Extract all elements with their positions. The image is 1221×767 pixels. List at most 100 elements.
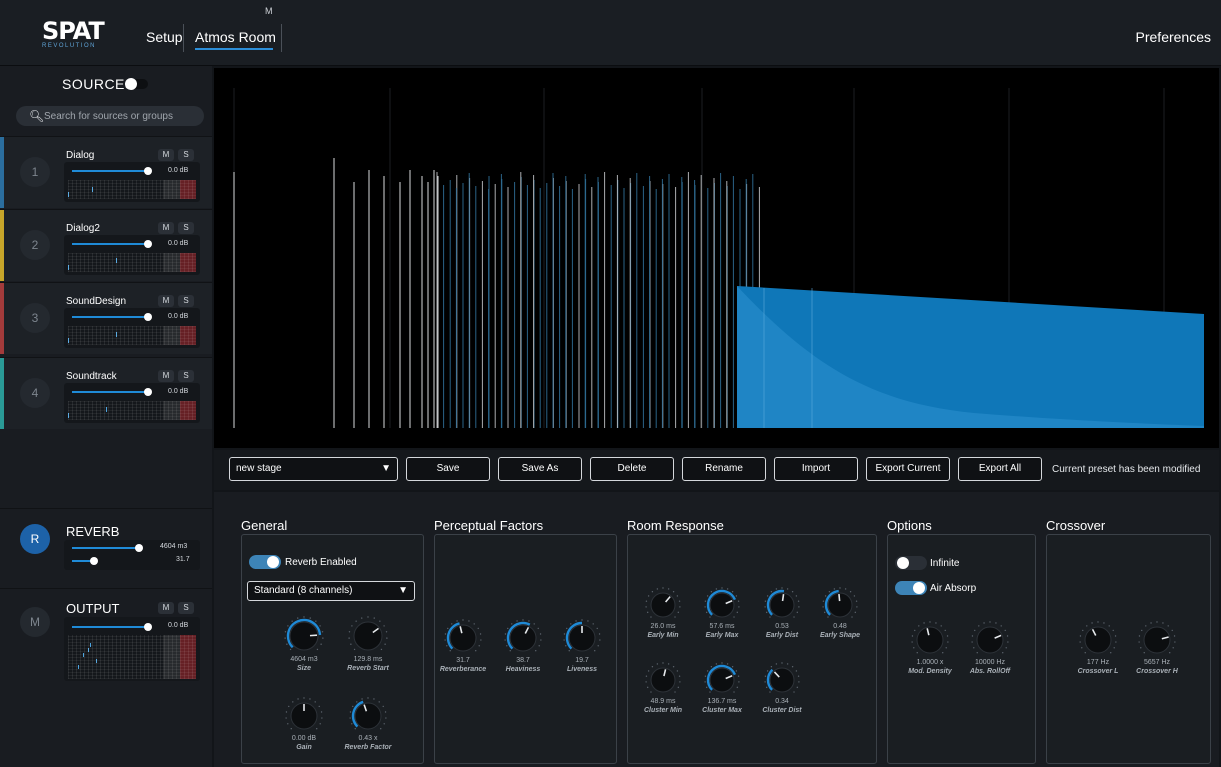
source-mute-button[interactable]: M xyxy=(158,149,174,161)
cluster-dist-label: Cluster Dist xyxy=(762,707,802,714)
reverb-enabled-toggle[interactable] xyxy=(249,555,281,569)
source-mute-button[interactable]: M xyxy=(158,370,174,382)
source-row[interactable]: 2 Dialog2 M S 0.0 dB xyxy=(0,209,212,281)
save-button[interactable]: Save xyxy=(406,457,490,481)
gain-value: 0.00 dB xyxy=(291,735,317,742)
source-row[interactable]: 1 Dialog M S 0.0 dB xyxy=(0,136,212,208)
export-current-button[interactable]: Export Current xyxy=(866,457,950,481)
output-title: OUTPUT xyxy=(66,601,120,616)
reverb-enabled-label: Reverb Enabled xyxy=(285,557,357,568)
heaviness-knob[interactable] xyxy=(500,615,546,661)
source-level-slider-handle[interactable] xyxy=(144,313,152,321)
source-solo-button[interactable]: S xyxy=(178,149,194,161)
early-max-knob[interactable] xyxy=(700,583,744,627)
search-icon: 🔍︎ xyxy=(29,109,45,123)
source-level-slider-handle[interactable] xyxy=(144,388,152,396)
reverb-reverberance-slider-handle[interactable] xyxy=(90,557,98,565)
reverb-title: REVERB xyxy=(66,524,120,539)
abs-rolloff-value: 10000 Hz xyxy=(975,659,1005,666)
liveness-knob[interactable] xyxy=(559,615,605,661)
source-controls: 0.0 dB xyxy=(64,308,200,348)
source-level-slider[interactable] xyxy=(72,316,147,318)
crossover-h-knob[interactable] xyxy=(1134,617,1180,663)
source-number-badge[interactable]: 4 xyxy=(20,378,50,408)
cluster-min-knob[interactable] xyxy=(641,658,685,702)
preferences-button[interactable]: Preferences xyxy=(1136,29,1211,45)
source-search: 🔍︎ xyxy=(16,106,204,126)
room-response-title: Room Response xyxy=(627,518,724,533)
export-all-button[interactable]: Export All xyxy=(958,457,1042,481)
source-color-stripe xyxy=(0,210,4,281)
output-badge[interactable]: M xyxy=(20,607,50,637)
preset-status: Current preset has been modified xyxy=(1052,464,1201,475)
reverb-factor-knob[interactable] xyxy=(345,693,391,739)
liveness-label: Liveness xyxy=(567,666,597,673)
dropdown-arrow-icon: ▼ xyxy=(381,463,391,474)
reverberance-knob[interactable] xyxy=(440,615,486,661)
tab-divider xyxy=(183,24,184,52)
gain-knob[interactable] xyxy=(281,693,327,739)
source-number-badge[interactable]: 2 xyxy=(20,230,50,260)
reverb-start-knob[interactable] xyxy=(344,612,392,660)
rename-button[interactable]: Rename xyxy=(682,457,766,481)
early-shape-knob[interactable] xyxy=(818,583,862,627)
output-mute-button[interactable]: M xyxy=(158,602,174,614)
sources-toggle[interactable] xyxy=(125,78,148,90)
reverb-reverberance-slider[interactable] xyxy=(72,560,92,562)
abs-rolloff-knob[interactable] xyxy=(967,617,1013,663)
crossover-panel xyxy=(1046,534,1211,764)
reverb-size-slider-handle[interactable] xyxy=(135,544,143,552)
source-level-slider[interactable] xyxy=(72,243,147,245)
reverb-controls: 4604 m3 31.7 xyxy=(64,540,200,570)
tab-atmos-room-badge: M xyxy=(265,6,273,16)
channel-format-select[interactable]: Standard (8 channels) ▼ xyxy=(247,581,415,601)
tab-setup[interactable]: Setup xyxy=(146,29,183,45)
infinite-label: Infinite xyxy=(930,558,960,569)
source-solo-button[interactable]: S xyxy=(178,370,194,382)
output-level-slider-handle[interactable] xyxy=(144,623,152,631)
save-as-button[interactable]: Save As xyxy=(498,457,582,481)
search-input[interactable] xyxy=(44,108,199,124)
source-row[interactable]: 3 SoundDesign M S 0.0 dB xyxy=(0,282,212,354)
source-level-slider-handle[interactable] xyxy=(144,240,152,248)
air-absorp-toggle[interactable] xyxy=(895,581,927,595)
source-level-slider[interactable] xyxy=(72,391,147,393)
crossover-h-value: 5657 Hz xyxy=(1143,659,1171,666)
output-level-slider[interactable] xyxy=(72,626,147,628)
source-number-badge[interactable]: 1 xyxy=(20,157,50,187)
source-level-meter xyxy=(68,253,196,272)
cluster-max-knob[interactable] xyxy=(700,658,744,702)
import-button[interactable]: Import xyxy=(774,457,858,481)
source-mute-button[interactable]: M xyxy=(158,222,174,234)
preset-select[interactable]: new stage ▼ xyxy=(229,457,398,481)
tab-divider xyxy=(281,24,282,52)
source-level-slider-handle[interactable] xyxy=(144,167,152,175)
reverb-reverberance-value: 31.7 xyxy=(176,556,190,563)
source-mute-button[interactable]: M xyxy=(158,295,174,307)
early-dist-knob[interactable] xyxy=(760,583,804,627)
source-level-slider[interactable] xyxy=(72,170,147,172)
reverb-factor-label: Reverb Factor xyxy=(344,744,392,751)
tab-atmos-room[interactable]: Atmos Room xyxy=(195,29,276,45)
output-solo-button[interactable]: S xyxy=(178,602,194,614)
crossover-l-knob[interactable] xyxy=(1075,617,1121,663)
reverb-badge[interactable]: R xyxy=(20,524,50,554)
source-solo-button[interactable]: S xyxy=(178,222,194,234)
source-solo-button[interactable]: S xyxy=(178,295,194,307)
room-response-panel xyxy=(627,534,877,764)
crossover-h-label: Crossover H xyxy=(1136,668,1178,675)
early-min-knob[interactable] xyxy=(641,583,685,627)
spat-logo: SPAT REVOLUTION xyxy=(42,19,105,49)
size-knob[interactable] xyxy=(280,612,328,660)
delete-button[interactable]: Delete xyxy=(590,457,674,481)
cluster-dist-knob[interactable] xyxy=(760,658,804,702)
logo-subtext: REVOLUTION xyxy=(42,43,97,49)
source-number-badge[interactable]: 3 xyxy=(20,303,50,333)
source-controls: 0.0 dB xyxy=(64,235,200,275)
mod-density-knob[interactable] xyxy=(907,617,953,663)
source-row[interactable]: 4 Soundtrack M S 0.0 dB xyxy=(0,357,212,429)
reverb-size-slider[interactable] xyxy=(72,547,137,549)
infinite-toggle[interactable] xyxy=(895,556,927,570)
source-controls: 0.0 dB xyxy=(64,383,200,423)
source-name: Dialog2 xyxy=(66,223,100,234)
